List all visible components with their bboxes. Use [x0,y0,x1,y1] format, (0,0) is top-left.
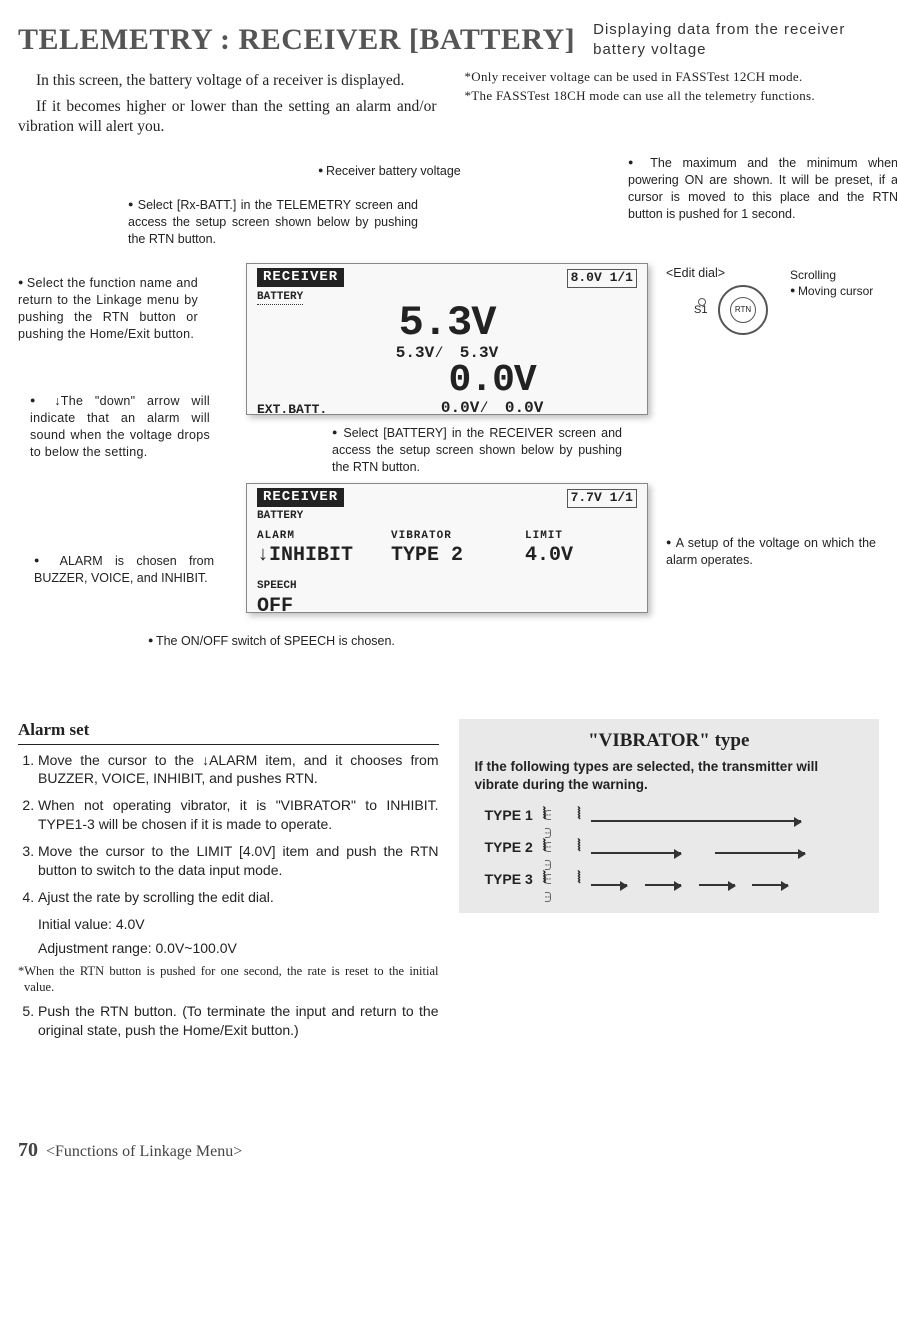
lcd-screen-battery-setup: RECEIVER 7.7V 1/1 BATTERY ALARM ↓INHIBIT… [246,483,648,613]
vibrator-box: "VIBRATOR" type If the following types a… [459,719,880,913]
intro-row: In this screen, the battery voltage of a… [18,67,879,143]
lcd-bot-header: RECEIVER [257,488,344,506]
callout-select-rxbatt: Select [Rx-BATT.] in the TELEMETRY scree… [128,197,418,248]
vibrator-type-1-row: TYPE 1 ◦◦◦◦ [485,803,864,827]
lcd-bot-alarm-value: ↓INHIBIT [257,543,369,569]
lcd-top-header: RECEIVER [257,268,344,286]
lcd-bot-alarm-label: ALARM [257,529,369,543]
lower-row: Alarm set Move the cursor to the ↓ALARM … [18,719,879,1047]
lcd-bot-limit-label: LIMIT [525,529,637,543]
callout-speech-switch: The ON/OFF switch of SPEECH is chosen. [148,633,448,650]
lcd-screen-receiver: RECEIVER 8.0V 1/1 BATTERY 5.3V 5.3V∕ 5.3… [246,263,648,415]
page-footer: 70 <Functions of Linkage Menu> [18,1137,879,1163]
vibrator-icon: ◦◦◦◦ [545,867,579,891]
intro-p2: If it becomes higher or lower than the s… [18,97,437,137]
callout-select-battery: Select [BATTERY] in the RECEIVER screen … [332,425,622,476]
vibrator-type-2-row: TYPE 2 ◦◦◦◦ [485,835,864,859]
lcd-bot-corner: 7.7V 1/1 [567,489,637,508]
lcd-bot-vib-value: TYPE 2 [391,543,503,569]
alarm-steps-list-2: Push the RTN button. (To terminate the i… [22,1002,439,1040]
diagram-area: Receiver battery voltage The maximum and… [18,155,879,715]
intro-p1: In this screen, the battery voltage of a… [18,71,437,91]
intro-left: In this screen, the battery voltage of a… [18,67,437,143]
vibrator-type-1-label: TYPE 1 [485,806,533,824]
intro-note2: *The FASSTest 18CH mode can use all the … [461,88,880,105]
callout-rx-voltage: Receiver battery voltage [318,163,518,180]
alarm-reset-note: *When the RTN button is pushed for one s… [18,963,439,996]
scrolling-label: Scrolling [790,267,836,283]
lcd-bot-vib-label: VIBRATOR [391,529,503,543]
vibrator-type-3-label: TYPE 3 [485,870,533,888]
lcd-bot-limit-value: 4.0V [525,543,637,569]
vibrator-type-2-label: TYPE 2 [485,838,533,856]
page-subtitle: Displaying data from the receiver batter… [593,20,853,59]
vibrator-pattern-3 [591,874,863,884]
lcd-top-ext-voltage: 0.0V [347,364,637,398]
vibrator-type-3-row: TYPE 3 ◦◦◦◦ [485,867,864,891]
lcd-top-ext-sub: 0.0V∕ 0.0V [347,398,637,419]
edit-dial-icon: RTN [718,285,768,335]
rtn-button-icon: RTN [730,297,756,323]
page-title: TELEMETRY : RECEIVER [BATTERY] [18,20,575,59]
callout-minmax: The maximum and the minimum when powerin… [628,155,897,223]
alarm-step-3: Move the cursor to the LIMIT [4.0V] item… [38,842,439,880]
lcd-bot-speech-label: SPEECH [257,579,637,593]
vibrator-icon: ◦◦◦◦ [545,803,579,827]
callout-select-fn: Select the function name and return to t… [18,275,198,343]
alarm-initial-value: Initial value: 4.0V [18,915,439,933]
vibrator-pattern-1 [591,810,863,820]
page-header: TELEMETRY : RECEIVER [BATTERY] Displayin… [18,20,879,59]
footer-label: <Functions of Linkage Menu> [46,1142,242,1163]
alarm-set-heading: Alarm set [18,719,439,744]
vibrator-section: "VIBRATOR" type If the following types a… [459,719,880,1047]
vibrator-icon: ◦◦◦◦ [545,835,579,859]
vibrator-title: "VIBRATOR" type [475,729,864,754]
alarm-set-section: Alarm set Move the cursor to the ↓ALARM … [18,719,439,1047]
alarm-step-1: Move the cursor to the ↓ALARM item, and … [38,751,439,789]
alarm-step-4-text: Ajust the rate by scrolling the edit dia… [38,889,274,905]
lcd-top-ext-label: EXT.BATT. [257,402,327,419]
alarm-steps-list: Move the cursor to the ↓ALARM item, and … [22,751,439,907]
alarm-step-2: When not operating vibrator, it is "VIBR… [38,796,439,834]
callout-alarm-chosen: ALARM is chosen from BUZZER, VOICE, and … [34,553,214,587]
alarm-adj-range: Adjustment range: 0.0V~100.0V [18,939,439,957]
callout-down-arrow: ↓The "down" arrow will indicate that an … [30,393,210,461]
vibrator-sub: If the following types are selected, the… [475,758,864,793]
lcd-top-main-voltage: 5.3V [257,305,637,343]
alarm-step-5: Push the RTN button. (To terminate the i… [38,1002,439,1040]
alarm-step-4: Ajust the rate by scrolling the edit dia… [38,888,439,907]
edit-dial-label: <Edit dial> [666,265,725,282]
callout-limit-setup: A setup of the voltage on which the alar… [666,535,876,569]
vibrator-pattern-2 [591,842,863,852]
lcd-bot-speech-value: OFF [257,594,637,620]
intro-right: *Only receiver voltage can be used in FA… [461,67,880,143]
lcd-bot-battery-label: BATTERY [257,509,637,523]
intro-note1: *Only receiver voltage can be used in FA… [461,69,880,86]
moving-cursor-label: Moving cursor [790,283,873,299]
lcd-top-battery-label: BATTERY [257,290,303,305]
page-number: 70 [18,1137,38,1163]
lcd-top-sub-voltage: 5.3V∕ 5.3V [257,343,637,364]
lcd-top-corner: 8.0V 1/1 [567,269,637,288]
